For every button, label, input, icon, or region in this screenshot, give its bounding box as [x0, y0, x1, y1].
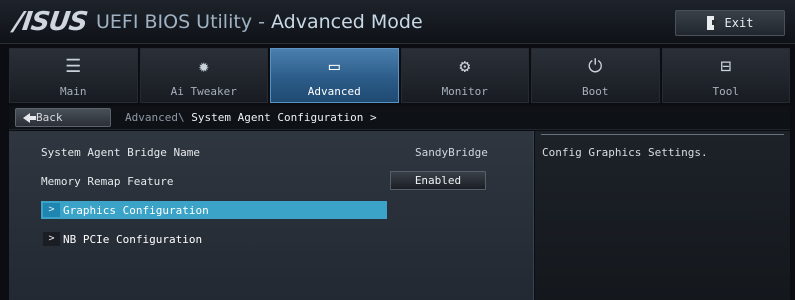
title-mode: Advanced Mode	[271, 11, 423, 33]
nb-pcie-configuration-item[interactable]: > NB PCIe Configuration	[41, 230, 387, 248]
bridge-name-label: System Agent Bridge Name	[41, 146, 200, 159]
back-label: Back	[36, 111, 63, 124]
bridge-name-value: SandyBridge	[415, 146, 488, 159]
tab-monitor[interactable]: ⚙ Monitor	[400, 48, 529, 103]
advanced-icon: ▭	[328, 56, 340, 77]
tab-main[interactable]: ☰ Main	[9, 48, 138, 103]
nb-pcie-configuration-label: NB PCIe Configuration	[63, 233, 203, 246]
tab-label: Advanced	[307, 85, 361, 98]
title-prefix: UEFI BIOS Utility -	[96, 11, 271, 33]
breadcrumb-current: System Agent Configuration >	[191, 111, 377, 124]
graphics-configuration-label: Graphics Configuration	[63, 204, 209, 217]
submenu-arrow-icon: >	[43, 203, 60, 217]
memory-remap-select[interactable]: Enabled	[390, 171, 486, 190]
tweaker-icon: ✹	[198, 56, 210, 77]
tab-label: Main	[60, 85, 87, 98]
title-bar: /ISUS UEFI BIOS Utility - Advanced Mode …	[0, 0, 795, 44]
tab-label: Boot	[582, 85, 609, 98]
memory-remap-row: Memory Remap Feature Enabled	[9, 171, 534, 191]
tab-boot[interactable]: ⏻ Boot	[531, 48, 660, 103]
submenu-arrow-icon: >	[43, 232, 60, 246]
tab-advanced[interactable]: ▭ Advanced	[270, 48, 399, 103]
breadcrumb-bar: Back Advanced\ System Agent Configuratio…	[9, 106, 790, 130]
tab-tool[interactable]: ⊟ Tool	[661, 48, 790, 103]
tool-icon: ⊟	[720, 56, 732, 77]
tab-label: Monitor	[441, 85, 488, 98]
exit-icon	[706, 16, 717, 30]
settings-panel: System Agent Bridge Name SandyBridge Mem…	[9, 131, 534, 300]
tab-label: Ai Tweaker	[170, 85, 237, 98]
tab-ai-tweaker[interactable]: ✹ Ai Tweaker	[139, 48, 268, 103]
breadcrumb-path: Advanced\	[125, 111, 192, 124]
back-arrow-icon	[23, 112, 36, 123]
help-text: Config Graphics Settings.	[542, 146, 708, 159]
exit-label: Exit	[724, 16, 754, 30]
back-button[interactable]: Back	[15, 108, 111, 127]
monitor-icon: ⚙	[459, 56, 471, 77]
graphics-configuration-item[interactable]: > Graphics Configuration	[41, 201, 387, 219]
power-icon: ⏻	[588, 56, 603, 77]
help-divider	[541, 134, 784, 135]
bridge-name-row: System Agent Bridge Name SandyBridge	[9, 142, 534, 162]
asus-logo: /ISUS	[11, 7, 89, 37]
help-panel: Config Graphics Settings.	[535, 131, 790, 300]
tab-label: Tool	[712, 85, 740, 98]
breadcrumb: Advanced\ System Agent Configuration >	[125, 111, 377, 124]
window-title: UEFI BIOS Utility - Advanced Mode	[96, 10, 423, 36]
main-tabs: ☰ Main ✹ Ai Tweaker ▭ Advanced ⚙ Monitor…	[9, 48, 790, 103]
memory-remap-label: Memory Remap Feature	[41, 175, 174, 188]
list-icon: ☰	[65, 56, 82, 77]
exit-button[interactable]: Exit	[675, 10, 785, 36]
